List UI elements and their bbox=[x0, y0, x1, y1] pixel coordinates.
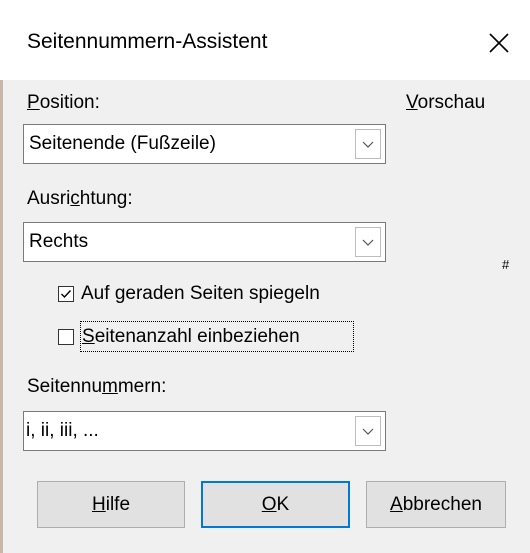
numbering-dropdown-button[interactable] bbox=[355, 416, 381, 446]
numbering-select-value: i, ii, iii, ... bbox=[26, 420, 99, 441]
alignment-label: Ausrichtung: bbox=[27, 188, 133, 209]
chevron-down-icon bbox=[362, 141, 374, 148]
checkmark-icon bbox=[61, 290, 72, 299]
cancel-button[interactable]: Abbrechen bbox=[366, 481, 506, 528]
preview-label: Vorschau bbox=[406, 92, 486, 113]
page-count-checkbox-label[interactable]: Seitenanzahl einbeziehen bbox=[82, 326, 300, 348]
alignment-dropdown-button[interactable] bbox=[355, 227, 381, 257]
help-button[interactable]: Hilfe bbox=[37, 481, 185, 528]
numbering-label: Seitennummern: bbox=[27, 376, 167, 397]
dialog-title: Seitennummern-Assistent bbox=[27, 30, 268, 53]
position-label: Position: bbox=[27, 92, 100, 113]
title-bar: Seitennummern-Assistent bbox=[0, 0, 530, 80]
chevron-down-icon bbox=[362, 428, 374, 435]
page-count-checkbox[interactable] bbox=[58, 329, 74, 345]
alignment-select-value: Rechts bbox=[29, 231, 89, 252]
mirror-checkbox[interactable] bbox=[58, 286, 74, 302]
position-dropdown-button[interactable] bbox=[355, 129, 381, 159]
position-select-value: Seitenende (Fußzeile) bbox=[29, 133, 216, 154]
background-edge bbox=[0, 0, 3, 553]
close-icon bbox=[489, 33, 509, 53]
mirror-checkbox-label[interactable]: Auf geraden Seiten spiegeln bbox=[81, 283, 320, 305]
close-button[interactable] bbox=[476, 20, 520, 64]
numbering-select[interactable]: i, ii, iii, ... bbox=[23, 411, 386, 451]
page-number-wizard-dialog: Seitennummern-Assistent Position: Vorsch… bbox=[0, 0, 530, 553]
chevron-down-icon bbox=[362, 239, 374, 246]
ok-button[interactable]: OK bbox=[201, 481, 350, 528]
position-select[interactable]: Seitenende (Fußzeile) bbox=[23, 124, 386, 164]
preview-page-number-marker: # bbox=[502, 257, 510, 272]
alignment-select[interactable]: Rechts bbox=[23, 222, 386, 262]
